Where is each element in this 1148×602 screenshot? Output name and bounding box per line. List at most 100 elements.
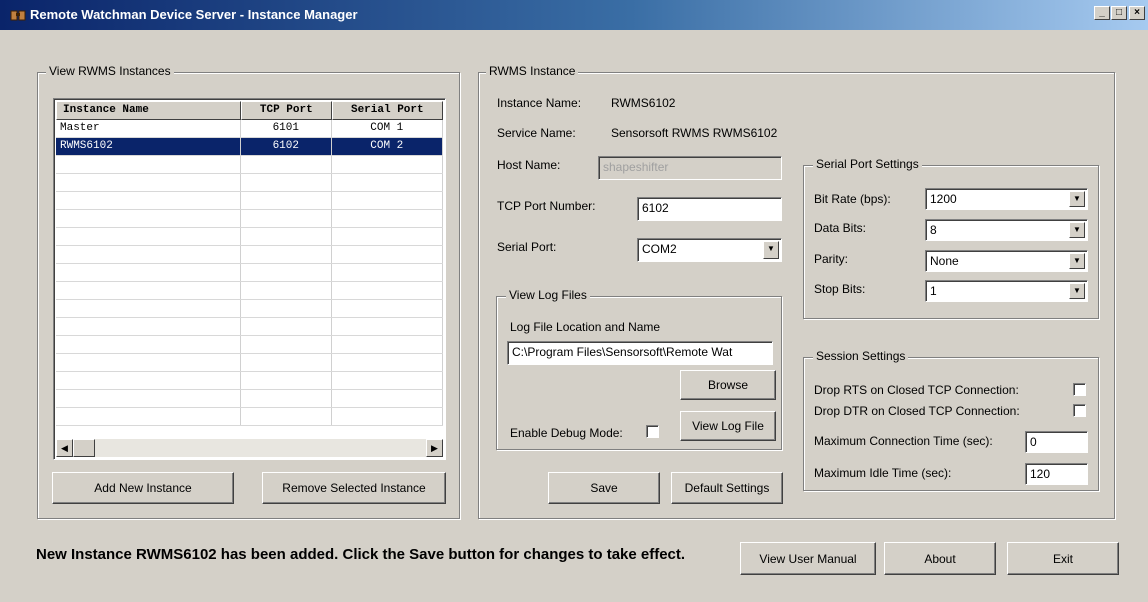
dropdown-arrow-icon[interactable]: ▼ (1069, 253, 1085, 269)
stop-bits-select[interactable]: 1 ▼ (925, 280, 1088, 302)
parity-value: None (930, 254, 959, 268)
table-cell-name (56, 336, 242, 353)
log-files-group-label: View Log Files (506, 288, 590, 302)
stop-bits-value: 1 (930, 284, 937, 298)
app-icon (10, 10, 26, 21)
column-header-serial-port[interactable]: Serial Port (331, 101, 444, 120)
dropdown-arrow-icon[interactable]: ▼ (1069, 191, 1085, 207)
empty-row (56, 282, 443, 300)
table-cell-tcp (241, 174, 332, 191)
table-cell-name: RWMS6102 (56, 138, 242, 155)
column-header-instance-name[interactable]: Instance Name (56, 101, 242, 120)
empty-row (56, 372, 443, 390)
table-cell-serial (332, 282, 443, 299)
view-user-manual-button[interactable]: View User Manual (740, 542, 876, 575)
minimize-button[interactable]: _ (1094, 6, 1110, 20)
browse-button[interactable]: Browse (680, 370, 776, 400)
host-name-field[interactable]: shapeshifter (598, 156, 782, 180)
table-cell-tcp (241, 246, 332, 263)
data-bits-select[interactable]: 8 ▼ (925, 219, 1088, 241)
table-cell-name (56, 192, 242, 209)
table-cell-name (56, 408, 242, 425)
tcp-port-field[interactable]: 6102 (637, 197, 782, 221)
table-cell-tcp (241, 408, 332, 425)
maximize-button[interactable]: □ (1111, 6, 1127, 20)
table-cell-name (56, 300, 242, 317)
scroll-thumb[interactable] (73, 439, 95, 457)
table-cell-name (56, 372, 242, 389)
empty-row (56, 354, 443, 372)
drop-rts-checkbox[interactable] (1073, 383, 1086, 396)
exit-button[interactable]: Exit (1007, 542, 1119, 575)
empty-row (56, 192, 443, 210)
empty-row (56, 156, 443, 174)
parity-select[interactable]: None ▼ (925, 250, 1088, 272)
horizontal-scrollbar[interactable]: ◀ ▶ (56, 439, 443, 457)
empty-row (56, 228, 443, 246)
remove-selected-instance-button[interactable]: Remove Selected Instance (262, 472, 446, 504)
save-button[interactable]: Save (548, 472, 660, 504)
empty-row (56, 174, 443, 192)
instance-name-label: Instance Name: (497, 96, 582, 110)
view-log-file-button[interactable]: View Log File (680, 411, 776, 441)
column-header-tcp-port[interactable]: TCP Port (241, 101, 332, 120)
table-cell-serial: COM 1 (332, 120, 443, 137)
stop-bits-label: Stop Bits: (814, 282, 866, 296)
dropdown-arrow-icon[interactable]: ▼ (1069, 222, 1085, 238)
table-row[interactable]: RWMS6102 6102 COM 2 (56, 138, 443, 156)
max-connection-time-field[interactable]: 0 (1025, 431, 1088, 453)
table-cell-tcp (241, 354, 332, 371)
drop-dtr-checkbox[interactable] (1073, 404, 1086, 417)
log-location-field[interactable]: C:\Program Files\Sensorsoft\Remote Wat (507, 341, 773, 365)
table-cell-name (56, 318, 242, 335)
table-cell-tcp (241, 300, 332, 317)
title-bar[interactable]: Remote Watchman Device Server - Instance… (0, 0, 1148, 30)
bit-rate-label: Bit Rate (bps): (814, 192, 891, 206)
table-cell-serial (332, 246, 443, 263)
table-cell-serial (332, 192, 443, 209)
debug-mode-label: Enable Debug Mode: (510, 426, 623, 440)
table-cell-tcp (241, 192, 332, 209)
table-cell-tcp (241, 390, 332, 407)
add-new-instance-button[interactable]: Add New Instance (52, 472, 234, 504)
max-idle-time-field[interactable]: 120 (1025, 463, 1088, 485)
close-button[interactable]: × (1129, 6, 1145, 20)
dropdown-arrow-icon[interactable]: ▼ (763, 241, 779, 259)
instances-group-label: View RWMS Instances (46, 64, 174, 78)
status-message: New Instance RWMS6102 has been added. Cl… (36, 546, 686, 563)
scroll-right-icon[interactable]: ▶ (426, 439, 443, 457)
table-cell-tcp (241, 264, 332, 281)
table-cell-serial (332, 390, 443, 407)
parity-label: Parity: (814, 252, 849, 266)
table-cell-name (56, 264, 242, 281)
table-cell-serial (332, 174, 443, 191)
table-cell-tcp (241, 210, 332, 227)
drop-dtr-label: Drop DTR on Closed TCP Connection: (814, 404, 1020, 418)
window-title: Remote Watchman Device Server - Instance… (30, 7, 358, 22)
serial-port-select[interactable]: COM2 ▼ (637, 238, 782, 262)
empty-row (56, 246, 443, 264)
scroll-left-icon[interactable]: ◀ (56, 439, 73, 457)
about-button[interactable]: About (884, 542, 996, 575)
serial-port-value: COM2 (642, 242, 677, 256)
instance-name-value: RWMS6102 (611, 96, 676, 110)
table-cell-tcp: 6101 (241, 120, 332, 137)
table-row[interactable]: Master 6101 COM 1 (56, 120, 443, 138)
empty-row (56, 336, 443, 354)
table-cell-name (56, 174, 242, 191)
dropdown-arrow-icon[interactable]: ▼ (1069, 283, 1085, 299)
table-cell-serial (332, 156, 443, 173)
table-cell-tcp (241, 336, 332, 353)
host-name-label: Host Name: (497, 158, 561, 172)
debug-mode-checkbox[interactable] (646, 425, 659, 438)
max-connection-time-label: Maximum Connection Time (sec): (814, 434, 993, 448)
max-idle-time-label: Maximum Idle Time (sec): (814, 466, 952, 480)
table-cell-name (56, 354, 242, 371)
empty-row (56, 390, 443, 408)
default-settings-button[interactable]: Default Settings (671, 472, 783, 504)
table-cell-tcp (241, 228, 332, 245)
table-cell-serial (332, 264, 443, 281)
bit-rate-select[interactable]: 1200 ▼ (925, 188, 1088, 210)
instance-list[interactable]: Instance Name TCP Port Serial Port Maste… (53, 98, 446, 460)
table-cell-name (56, 156, 242, 173)
